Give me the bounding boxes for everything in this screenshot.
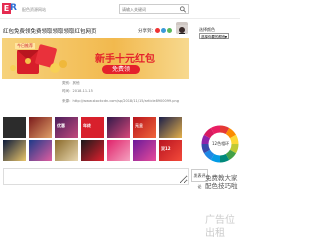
- thumbnail[interactable]: [107, 140, 130, 161]
- thumbnail[interactable]: [29, 140, 52, 161]
- weibo-share-icon[interactable]: [155, 28, 160, 33]
- thumbnail[interactable]: [81, 140, 104, 161]
- site-logo[interactable]: E R: [2, 2, 24, 15]
- article-title: 红包免费领免费领取领取领取红包网页: [3, 29, 97, 35]
- thumbnail[interactable]: [55, 140, 78, 161]
- thumbnail[interactable]: [3, 117, 26, 138]
- thumbnail[interactable]: 年终: [81, 117, 104, 138]
- color-select-value: 选择你要的颜色: [201, 35, 226, 39]
- thumbnail[interactable]: [159, 117, 182, 138]
- ad-placeholder-line2: 出租: [205, 228, 225, 239]
- thumbnail[interactable]: [107, 117, 130, 138]
- search-input[interactable]: [122, 6, 178, 13]
- thumbnail[interactable]: 元旦: [133, 117, 156, 138]
- banner-title: 新手十元红包: [95, 54, 155, 65]
- article-banner: 今日推荐 新手十元红包 免费领: [2, 38, 189, 79]
- thumbnail[interactable]: [3, 140, 26, 161]
- avatar[interactable]: [176, 22, 188, 34]
- color-wheel-label: 12色相环: [212, 141, 230, 146]
- claim-button[interactable]: 免费领: [102, 65, 140, 74]
- thumbnail[interactable]: 双12: [159, 140, 182, 161]
- article-source-url[interactable]: 来源：http://www.stockcdn.com/sp/2018/11/15…: [62, 99, 179, 104]
- search-box: [119, 4, 189, 14]
- thumbnail[interactable]: [133, 140, 156, 161]
- logo-mark-r: R: [10, 3, 17, 13]
- thumbnail[interactable]: 优惠: [55, 117, 78, 138]
- site-name: 配色资源网站: [22, 7, 46, 12]
- promo-text-line2[interactable]: 配色技巧啦: [205, 180, 238, 190]
- comment-input[interactable]: [3, 168, 189, 185]
- qq-share-icon[interactable]: [161, 28, 166, 33]
- color-select[interactable]: 选择你要的颜色 ▼: [199, 33, 229, 39]
- avatar-image: [176, 25, 188, 34]
- search-icon[interactable]: [179, 6, 187, 13]
- wechat-share-icon[interactable]: [167, 28, 172, 33]
- banner-tag: 今日推荐: [15, 43, 35, 49]
- top-header: E R 配色资源网站: [0, 0, 240, 19]
- thumbnail[interactable]: [29, 117, 52, 138]
- article-category: 类别：其他: [62, 81, 80, 85]
- share-label: 分享到：: [138, 29, 156, 34]
- chevron-down-icon: ▼: [224, 35, 227, 39]
- article-time: 时间：2018-11-15: [62, 89, 93, 93]
